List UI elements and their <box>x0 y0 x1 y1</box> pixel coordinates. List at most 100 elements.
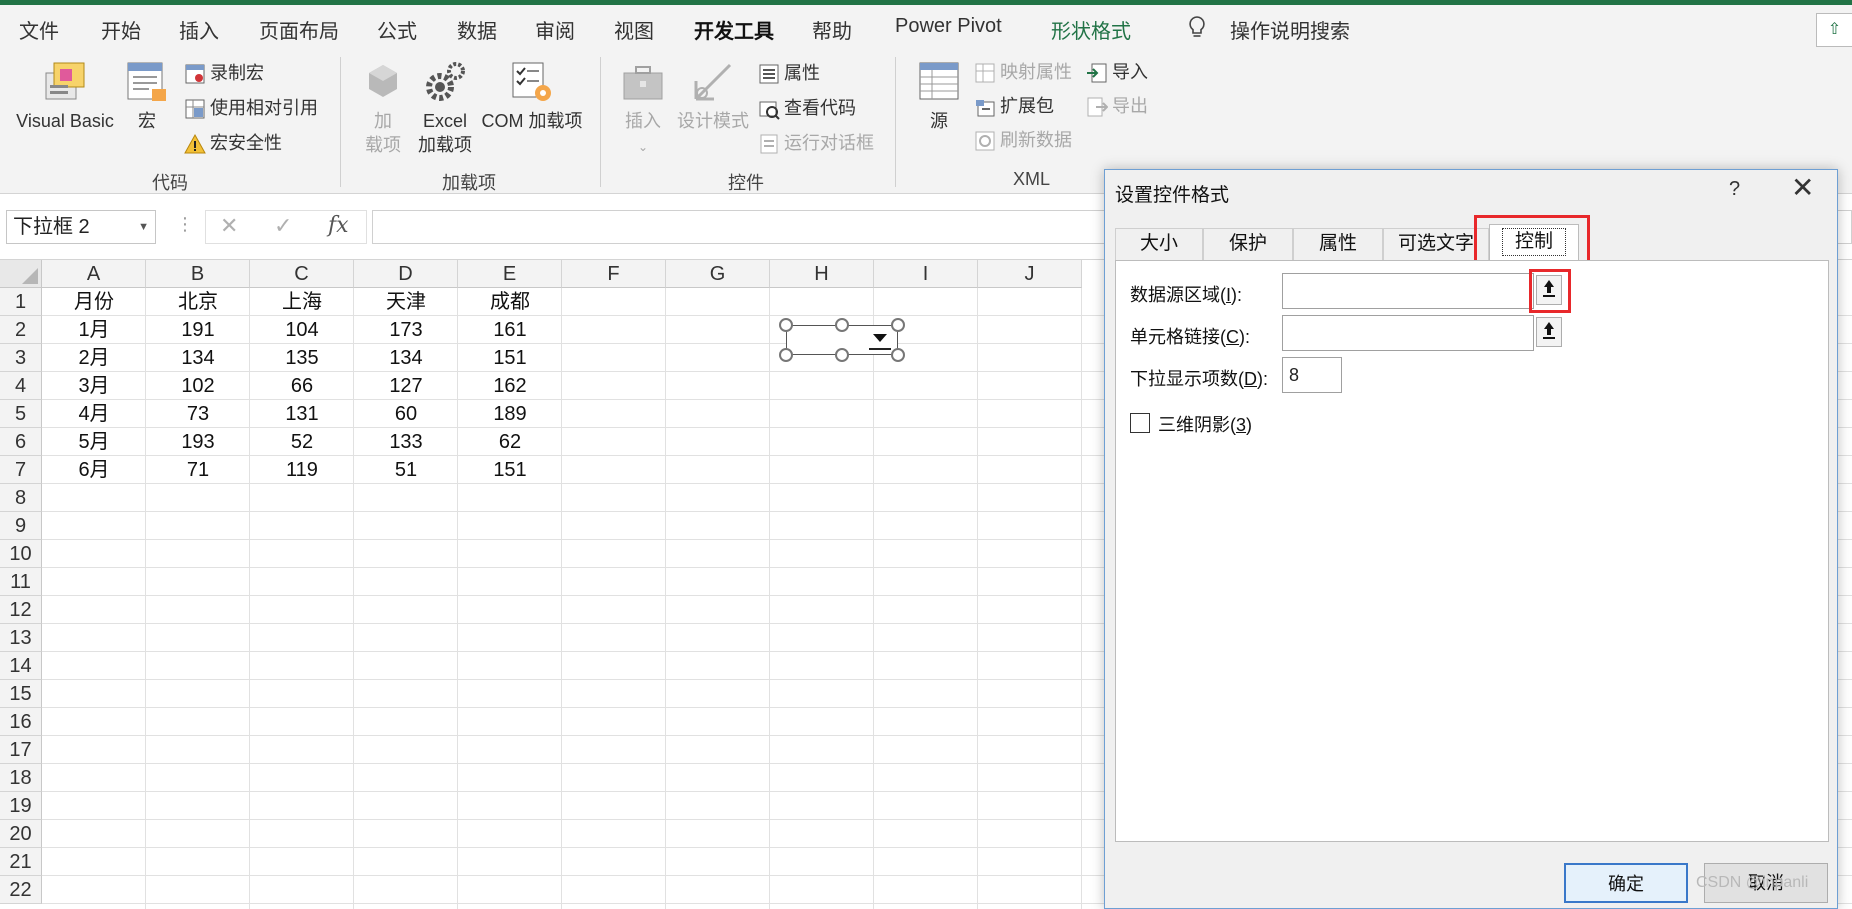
column-header[interactable]: I <box>874 260 978 288</box>
row-header[interactable]: 17 <box>0 736 42 764</box>
cell[interactable]: 133 <box>354 428 458 456</box>
excel-addins-button[interactable]: Excel 加载项 <box>412 59 478 157</box>
insert-function-icon[interactable]: fx <box>328 213 349 238</box>
tab-help[interactable]: 帮助 <box>812 15 852 44</box>
tab-view[interactable]: 视图 <box>614 15 654 44</box>
tab-properties[interactable]: 属性 <box>1293 228 1383 260</box>
cell[interactable]: 131 <box>250 400 354 428</box>
cell[interactable]: 2月 <box>42 344 146 372</box>
row-header[interactable]: 6 <box>0 428 42 456</box>
cell[interactable]: 73 <box>146 400 250 428</box>
tab-data[interactable]: 数据 <box>457 15 497 44</box>
run-dialog-button[interactable]: 运行对话框 <box>758 128 874 158</box>
cell[interactable]: 173 <box>354 316 458 344</box>
resize-handle[interactable] <box>835 348 849 362</box>
row-header[interactable]: 10 <box>0 540 42 568</box>
cell[interactable]: 3月 <box>42 372 146 400</box>
column-header[interactable]: G <box>666 260 770 288</box>
row-header[interactable]: 20 <box>0 820 42 848</box>
cell[interactable]: 上海 <box>250 288 354 316</box>
cell[interactable]: 60 <box>354 400 458 428</box>
name-box[interactable]: 下拉框 2 ▼ <box>6 210 156 244</box>
column-header[interactable]: E <box>458 260 562 288</box>
tab-protection[interactable]: 保护 <box>1203 228 1293 260</box>
column-header[interactable]: A <box>42 260 146 288</box>
design-mode-button[interactable]: 设计模式 <box>676 59 750 133</box>
share-icon[interactable]: ⇧ <box>1816 13 1852 47</box>
row-header[interactable]: 7 <box>0 456 42 484</box>
cell[interactable]: 119 <box>250 456 354 484</box>
close-icon[interactable]: ✕ <box>1791 174 1814 202</box>
row-header[interactable]: 18 <box>0 764 42 792</box>
drag-handle-icon[interactable]: ⋮ <box>176 214 194 235</box>
resize-handle[interactable] <box>891 318 905 332</box>
tab-file[interactable]: 文件 <box>19 15 59 44</box>
tell-me-search[interactable]: 操作说明搜索 <box>1230 15 1350 44</box>
expansion-packs-button[interactable]: 扩展包 <box>974 91 1054 121</box>
cell[interactable]: 102 <box>146 372 250 400</box>
input-range-field[interactable] <box>1282 273 1534 309</box>
row-header[interactable]: 21 <box>0 848 42 876</box>
cell[interactable]: 71 <box>146 456 250 484</box>
cell[interactable]: 134 <box>354 344 458 372</box>
column-header[interactable]: F <box>562 260 666 288</box>
cancel-icon[interactable]: ✕ <box>220 213 238 239</box>
row-header[interactable]: 5 <box>0 400 42 428</box>
enter-icon[interactable]: ✓ <box>274 213 292 239</box>
tab-power-pivot[interactable]: Power Pivot <box>895 15 1002 38</box>
relative-reference-button[interactable]: 使用相对引用 <box>184 93 318 123</box>
xml-import-button[interactable]: 导入 <box>1086 57 1148 87</box>
cell[interactable]: 51 <box>354 456 458 484</box>
collapse-dialog-icon[interactable] <box>1536 317 1562 347</box>
row-header[interactable]: 4 <box>0 372 42 400</box>
visual-basic-button[interactable]: Visual Basic <box>14 59 116 133</box>
tab-insert[interactable]: 插入 <box>179 15 219 44</box>
row-header[interactable]: 11 <box>0 568 42 596</box>
row-header[interactable]: 12 <box>0 596 42 624</box>
column-header[interactable]: D <box>354 260 458 288</box>
properties-button[interactable]: 属性 <box>758 58 820 88</box>
map-properties-button[interactable]: 映射属性 <box>974 57 1072 87</box>
row-header[interactable]: 13 <box>0 624 42 652</box>
refresh-data-button[interactable]: 刷新数据 <box>974 125 1072 155</box>
record-macro-button[interactable]: 录制宏 <box>184 58 264 88</box>
ok-button[interactable]: 确定 <box>1564 863 1688 903</box>
row-header[interactable]: 2 <box>0 316 42 344</box>
tab-formulas[interactable]: 公式 <box>377 15 417 44</box>
row-header[interactable]: 19 <box>0 792 42 820</box>
tab-size[interactable]: 大小 <box>1115 228 1203 260</box>
chevron-down-icon[interactable]: ▼ <box>138 211 149 243</box>
dropdown-arrow-icon[interactable] <box>869 330 891 350</box>
cell[interactable]: 151 <box>458 456 562 484</box>
cell[interactable]: 天津 <box>354 288 458 316</box>
cell[interactable]: 北京 <box>146 288 250 316</box>
resize-handle[interactable] <box>891 348 905 362</box>
shading-checkbox[interactable] <box>1130 413 1150 433</box>
cell[interactable]: 4月 <box>42 400 146 428</box>
dropdown-lines-field[interactable]: 8 <box>1282 357 1342 393</box>
addins-button[interactable]: 加载项 <box>360 59 406 157</box>
row-header[interactable]: 14 <box>0 652 42 680</box>
tab-review[interactable]: 审阅 <box>535 15 575 44</box>
cell[interactable]: 189 <box>458 400 562 428</box>
select-all-button[interactable] <box>0 260 42 288</box>
row-header[interactable]: 1 <box>0 288 42 316</box>
row-header[interactable]: 8 <box>0 484 42 512</box>
column-header[interactable]: J <box>978 260 1082 288</box>
com-addins-button[interactable]: COM 加载项 <box>478 59 586 133</box>
column-header[interactable]: C <box>250 260 354 288</box>
column-header[interactable]: B <box>146 260 250 288</box>
cell[interactable]: 162 <box>458 372 562 400</box>
cell[interactable]: 6月 <box>42 456 146 484</box>
resize-handle[interactable] <box>779 348 793 362</box>
cell[interactable]: 151 <box>458 344 562 372</box>
macro-security-button[interactable]: 宏安全性 <box>184 128 282 158</box>
row-header[interactable]: 16 <box>0 708 42 736</box>
cell[interactable]: 104 <box>250 316 354 344</box>
cell[interactable]: 191 <box>146 316 250 344</box>
cell[interactable]: 134 <box>146 344 250 372</box>
cell[interactable]: 161 <box>458 316 562 344</box>
tab-shape-format[interactable]: 形状格式 <box>1051 15 1131 44</box>
cell-link-field[interactable] <box>1282 315 1534 351</box>
view-code-button[interactable]: 查看代码 <box>758 93 856 123</box>
